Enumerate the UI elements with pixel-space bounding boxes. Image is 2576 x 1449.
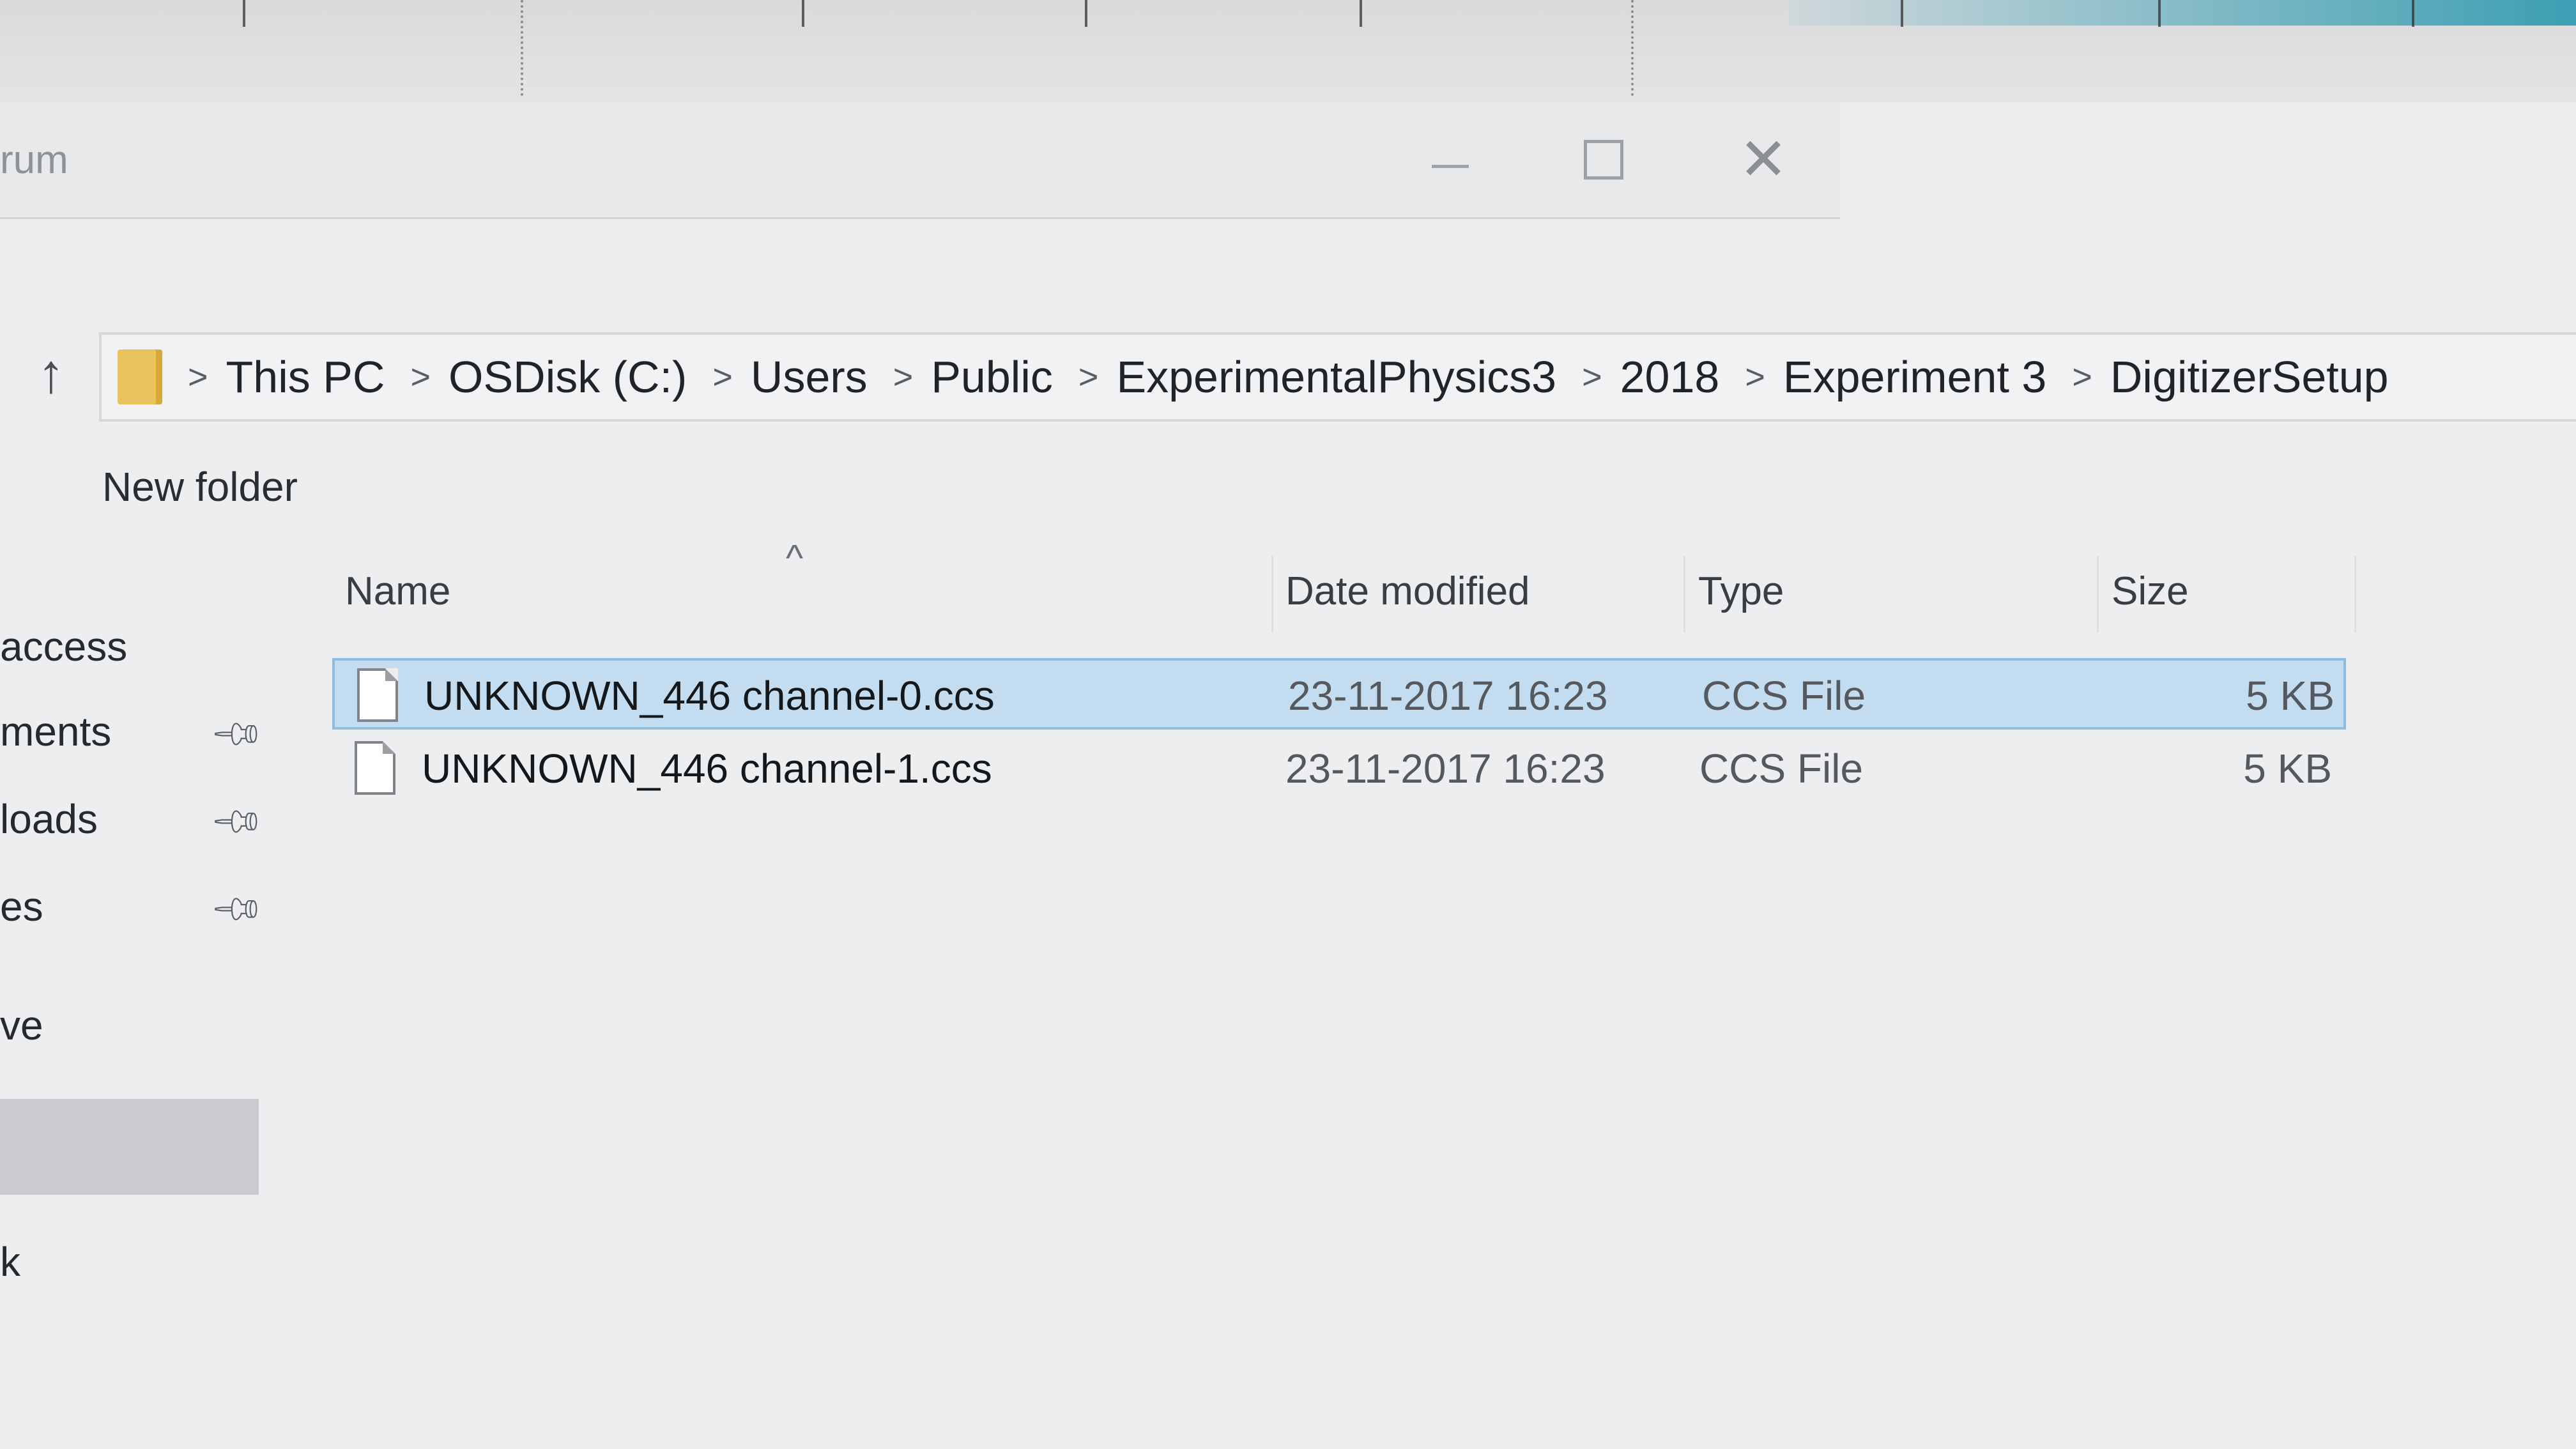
chevron-right-icon[interactable]: >: [1745, 357, 1765, 397]
ruler-guide: [1631, 0, 1636, 96]
file-size: 5 KB: [2246, 673, 2334, 719]
maximize-icon: [1584, 140, 1623, 180]
column-header-type[interactable]: Type: [1698, 569, 1784, 614]
sidebar-item-documents[interactable]: ments: [0, 708, 111, 755]
new-folder-button[interactable]: New folder: [102, 463, 298, 510]
minimize-button[interactable]: [1406, 121, 1495, 198]
column-header-size[interactable]: Size: [2112, 569, 2189, 614]
chevron-right-icon[interactable]: >: [712, 357, 733, 397]
address-bar[interactable]: > This PC > OSDisk (C:) > Users > Public…: [99, 332, 2576, 422]
sidebar-selected-highlight: [0, 1099, 259, 1195]
breadcrumb-this-pc[interactable]: This PC: [226, 351, 385, 402]
close-button[interactable]: ✕: [1719, 121, 1808, 198]
file-name: UNKNOWN_446 channel-0.ccs: [424, 673, 995, 719]
file-date-modified: 23-11-2017 16:23: [1288, 673, 1608, 719]
maximize-button[interactable]: [1559, 121, 1648, 198]
breadcrumb-users[interactable]: Users: [751, 351, 868, 402]
ruler-tick: [1360, 0, 1362, 27]
ruler-tick: [1901, 0, 1903, 27]
sidebar-item-pictures[interactable]: es: [0, 883, 43, 930]
background-accent-bar: [1789, 0, 2576, 26]
breadcrumb-osdisk[interactable]: OSDisk (C:): [448, 351, 687, 402]
file-name: UNKNOWN_446 channel-1.ccs: [422, 746, 992, 792]
sidebar-item-downloads[interactable]: loads: [0, 795, 98, 843]
column-divider[interactable]: [2354, 556, 2356, 632]
minimize-icon: [1432, 164, 1469, 168]
file-icon: [355, 741, 395, 795]
column-divider[interactable]: [1271, 556, 1273, 632]
chevron-right-icon[interactable]: >: [2072, 357, 2092, 397]
ruler-guide: [521, 0, 526, 96]
up-arrow-button[interactable]: ↑: [26, 343, 77, 404]
breadcrumb-2018[interactable]: 2018: [1620, 351, 1720, 402]
chevron-right-icon[interactable]: >: [410, 357, 431, 397]
column-divider[interactable]: [2097, 556, 2099, 632]
folder-icon: [118, 349, 162, 404]
ruler-tick: [2158, 0, 2161, 27]
breadcrumb-experimentalphysics3[interactable]: ExperimentalPhysics3: [1116, 351, 1556, 402]
sidebar-item-quick-access[interactable]: access: [0, 623, 127, 670]
ruler-tick: [243, 0, 245, 27]
file-row[interactable]: UNKNOWN_446 channel-1.ccs 23-11-2017 16:…: [332, 733, 2346, 805]
sort-ascending-icon: ^: [786, 537, 804, 579]
file-type: CCS File: [1699, 746, 1864, 792]
ruler-tick: [1085, 0, 1087, 27]
breadcrumb-public[interactable]: Public: [931, 351, 1053, 402]
breadcrumb-experiment-3[interactable]: Experiment 3: [1783, 351, 2046, 402]
chevron-right-icon[interactable]: >: [1078, 357, 1099, 397]
arrow-up-icon: ↑: [37, 342, 65, 404]
file-row[interactable]: UNKNOWN_446 channel-0.ccs 23-11-2017 16:…: [332, 658, 2346, 730]
ruler-tick: [2412, 0, 2414, 27]
column-header-name[interactable]: Name: [345, 569, 450, 614]
column-divider[interactable]: [1683, 556, 1685, 632]
close-icon: ✕: [1738, 127, 1788, 192]
file-icon: [357, 668, 398, 722]
file-type: CCS File: [1702, 673, 1866, 719]
file-date-modified: 23-11-2017 16:23: [1285, 746, 1606, 792]
title-bar: rum ✕: [0, 102, 1840, 219]
sidebar-item-drive[interactable]: ve: [0, 1002, 43, 1049]
window-title: rum: [0, 138, 68, 182]
chevron-right-icon[interactable]: >: [1582, 357, 1602, 397]
breadcrumb-digitizersetup[interactable]: DigitizerSetup: [2110, 351, 2389, 402]
chevron-right-icon[interactable]: >: [893, 357, 914, 397]
ruler-tick: [802, 0, 804, 27]
file-size: 5 KB: [2243, 746, 2332, 792]
chevron-right-icon[interactable]: >: [188, 357, 208, 397]
sidebar-item-network[interactable]: k: [0, 1238, 20, 1285]
column-header-date-modified[interactable]: Date modified: [1285, 569, 1530, 614]
